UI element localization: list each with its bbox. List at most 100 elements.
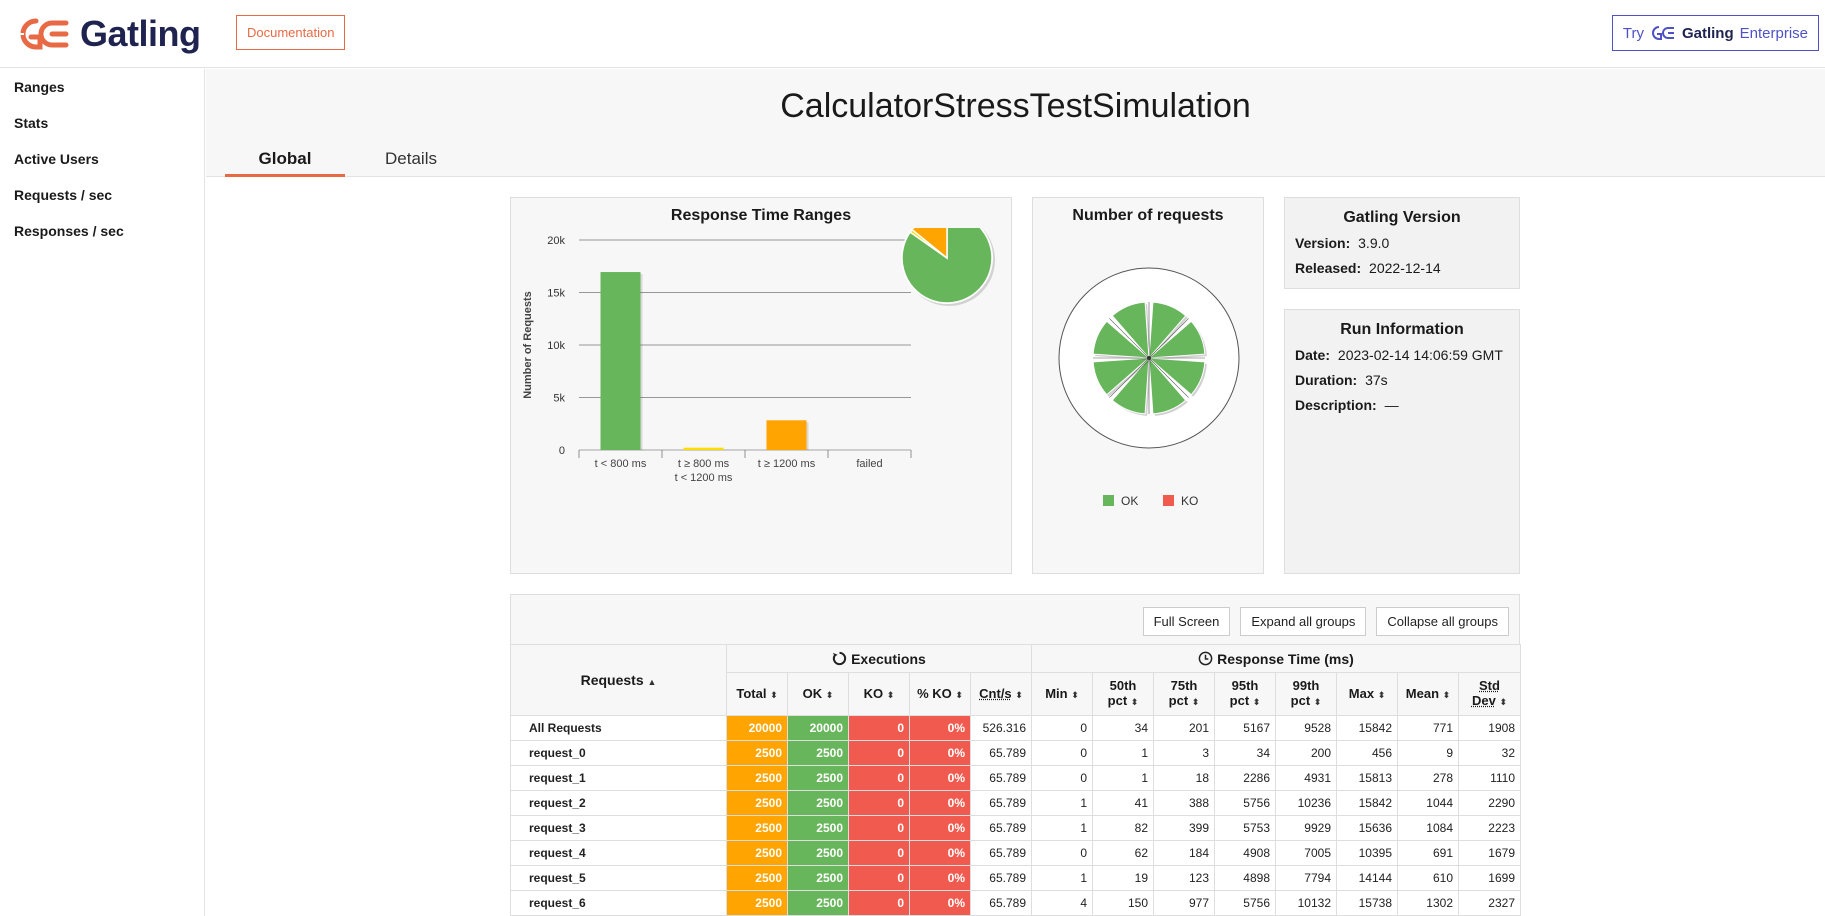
cell-max: 10395 bbox=[1336, 840, 1398, 866]
x-tick-label: failed bbox=[856, 458, 882, 470]
cell-pko: 0% bbox=[909, 815, 971, 841]
try-enterprise-button[interactable]: Try Gatling Enterprise bbox=[1611, 15, 1819, 51]
cell-name: request_2 bbox=[510, 790, 727, 816]
enterprise-suffix: Enterprise bbox=[1739, 24, 1808, 42]
gatling-logo-icon bbox=[16, 18, 69, 50]
col-cnt-per-sec[interactable]: Cnt/s ⬍ bbox=[970, 672, 1032, 716]
sidebar-item-requests-sec[interactable]: Requests / sec bbox=[0, 177, 204, 213]
cell-max: 15842 bbox=[1336, 790, 1398, 816]
col-ko[interactable]: KO ⬍ bbox=[848, 672, 910, 716]
cell-max: 14144 bbox=[1336, 865, 1398, 891]
sidebar-item-stats[interactable]: Stats bbox=[0, 105, 204, 141]
col-min-label: Min bbox=[1045, 685, 1068, 701]
col-mean[interactable]: Mean ⬍ bbox=[1397, 672, 1459, 716]
table-row[interactable]: request_2 2500 2500 0 0% 65.789 1 41 388 5756 1023… bbox=[510, 790, 1521, 816]
cell-p95: 4908 bbox=[1214, 840, 1276, 866]
table-toolbar: Full Screen Expand all groups Collapse a… bbox=[1142, 607, 1509, 636]
cell-total: 2500 bbox=[726, 790, 788, 816]
cell-min: 0 bbox=[1031, 840, 1093, 866]
x-tick-label: t ≥ 1200 ms bbox=[758, 458, 816, 470]
cell-p95: 34 bbox=[1214, 740, 1276, 766]
table-row[interactable]: request_0 2500 2500 0 0% 65.789 0 1 3 34 200 456 9 32 bbox=[510, 740, 1521, 766]
cell-mean: 691 bbox=[1397, 840, 1459, 866]
released-value: 2022-12-14 bbox=[1369, 260, 1441, 276]
col-ok[interactable]: OK ⬍ bbox=[787, 672, 849, 716]
legend-label: KO bbox=[1181, 494, 1198, 508]
cell-max: 15636 bbox=[1336, 815, 1398, 841]
cell-cnt: 65.789 bbox=[970, 815, 1032, 841]
table-row[interactable]: All Requests 20000 20000 0 0% 526.316 0 34 201 51… bbox=[510, 715, 1521, 741]
cell-pko: 0% bbox=[909, 890, 971, 916]
run-information-panel: Run Information Date: 2023-02-14 14:06:5… bbox=[1284, 309, 1520, 574]
sort-icon: ⬍ bbox=[1015, 689, 1023, 700]
col-total[interactable]: Total ⬍ bbox=[726, 672, 788, 716]
cell-total: 2500 bbox=[726, 740, 788, 766]
gatling-logo[interactable]: Gatling bbox=[14, 13, 201, 54]
description-label: Description: bbox=[1295, 397, 1377, 413]
executions-header-label: Executions bbox=[851, 650, 926, 667]
tab-details[interactable]: Details bbox=[361, 149, 461, 177]
cell-ok: 2500 bbox=[787, 890, 849, 916]
full-screen-button[interactable]: Full Screen bbox=[1142, 607, 1231, 636]
gatling-enterprise-icon bbox=[1651, 26, 1674, 40]
cell-p50: 41 bbox=[1092, 790, 1154, 816]
cell-max: 456 bbox=[1336, 740, 1398, 766]
table-row[interactable]: request_6 2500 2500 0 0% 65.789 4 150 977 5756 101… bbox=[510, 890, 1521, 916]
cell-ko: 0 bbox=[848, 890, 910, 916]
sidebar-item-active-users[interactable]: Active Users bbox=[0, 141, 204, 177]
tab-global[interactable]: Global bbox=[225, 149, 345, 177]
collapse-all-groups-button[interactable]: Collapse all groups bbox=[1376, 607, 1509, 636]
col-std-dev[interactable]: Std Dev ⬍ bbox=[1458, 672, 1521, 716]
table-row[interactable]: request_3 2500 2500 0 0% 65.789 1 82 399 5753 9929… bbox=[510, 815, 1521, 841]
col-max-label: Max bbox=[1348, 685, 1375, 701]
requests-header[interactable]: Requests ▲ bbox=[510, 644, 727, 716]
cell-std: 1908 bbox=[1458, 715, 1521, 741]
cell-p95: 5753 bbox=[1214, 815, 1276, 841]
run-info-title: Run Information bbox=[1340, 321, 1464, 338]
cell-std: 1699 bbox=[1458, 865, 1521, 891]
requests-chart-title: Number of requests bbox=[1072, 207, 1224, 224]
x-tick-label: t ≥ 800 ms bbox=[678, 458, 730, 470]
cell-min: 4 bbox=[1031, 890, 1093, 916]
col-dev-label: Dev bbox=[1471, 693, 1496, 708]
cell-ko: 0 bbox=[848, 865, 910, 891]
cell-pko: 0% bbox=[909, 865, 971, 891]
sidebar-item-responses-sec[interactable]: Responses / sec bbox=[0, 213, 204, 249]
sidebar-item-ranges[interactable]: Ranges bbox=[0, 69, 204, 105]
cell-p95: 2286 bbox=[1214, 765, 1276, 791]
y-tick-label: 5k bbox=[553, 393, 565, 405]
cell-p75: 123 bbox=[1153, 865, 1215, 891]
col-mean-label: Mean bbox=[1405, 685, 1440, 701]
col-95th-pct[interactable]: 95th pct ⬍ bbox=[1214, 672, 1276, 716]
cell-p95: 4898 bbox=[1214, 865, 1276, 891]
version-title: Gatling Version bbox=[1343, 209, 1461, 226]
cell-cnt: 65.789 bbox=[970, 890, 1032, 916]
col-std-label: Std bbox=[1479, 678, 1500, 693]
statistics-panel: Full Screen Expand all groups Collapse a… bbox=[510, 594, 1521, 916]
col-50th-pct[interactable]: 50th pct ⬍ bbox=[1092, 672, 1154, 716]
table-row[interactable]: request_5 2500 2500 0 0% 65.789 1 19 123 4898 7794… bbox=[510, 865, 1521, 891]
table-row[interactable]: request_4 2500 2500 0 0% 65.789 0 62 184 4908 7005… bbox=[510, 840, 1521, 866]
cell-pko: 0% bbox=[909, 740, 971, 766]
table-row[interactable]: request_1 2500 2500 0 0% 65.789 0 1 18 2286 4931 15… bbox=[510, 765, 1521, 791]
documentation-button[interactable]: Documentation bbox=[236, 15, 346, 50]
cell-p99: 7794 bbox=[1275, 865, 1337, 891]
cell-p99: 200 bbox=[1275, 740, 1337, 766]
cell-total: 20000 bbox=[726, 715, 788, 741]
number-of-requests-panel: Number of requests OK KO bbox=[1032, 197, 1264, 574]
col-max[interactable]: Max ⬍ bbox=[1336, 672, 1398, 716]
released-label: Released: bbox=[1295, 260, 1362, 276]
col-99th-pct[interactable]: 99th pct ⬍ bbox=[1275, 672, 1337, 716]
col-min[interactable]: Min ⬍ bbox=[1031, 672, 1093, 716]
cell-total: 2500 bbox=[726, 840, 788, 866]
cell-min: 0 bbox=[1031, 765, 1093, 791]
cell-p99: 9528 bbox=[1275, 715, 1337, 741]
col-75th-pct[interactable]: 75th pct ⬍ bbox=[1153, 672, 1215, 716]
col-99th-label: 99th bbox=[1292, 678, 1320, 693]
cell-ko: 0 bbox=[848, 790, 910, 816]
x-tick-label: t < 800 ms bbox=[595, 458, 647, 470]
expand-all-groups-button[interactable]: Expand all groups bbox=[1240, 607, 1367, 636]
cell-min: 0 bbox=[1031, 715, 1093, 741]
col-pct-ko[interactable]: % KO ⬍ bbox=[909, 672, 971, 716]
cell-name: request_0 bbox=[510, 740, 727, 766]
